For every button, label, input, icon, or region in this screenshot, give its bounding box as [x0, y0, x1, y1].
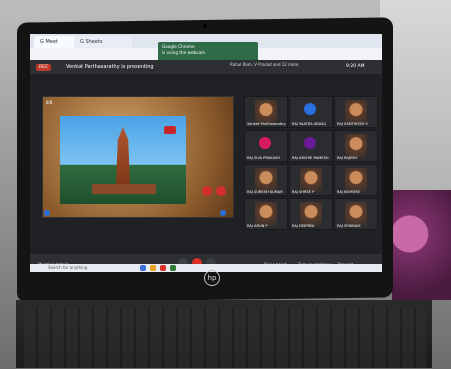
- slide-number: 8/8: [46, 100, 53, 105]
- participant-tile[interactable]: RAJ DEEPIKA: [289, 198, 333, 230]
- presenting-text: Venkat Parthasarathy is presenting: [66, 64, 154, 70]
- taskbar-search[interactable]: Search for anything: [48, 265, 87, 270]
- slide-nav-left-icon[interactable]: [44, 210, 50, 216]
- participant-tile[interactable]: RAJ SURESH KUMAR: [244, 164, 288, 196]
- webcam-notification: Google Chrome is using the webcam: [158, 42, 258, 62]
- participant-tile[interactable]: Venkat Parthasarathy: [244, 96, 288, 128]
- background-fabric: [392, 190, 451, 300]
- participant-tile[interactable]: RAJ SANTHOSH V: [334, 96, 378, 128]
- time-display: 9:20 AM: [346, 64, 365, 69]
- avatar: [304, 103, 316, 115]
- taskbar-app-icon[interactable]: [140, 265, 146, 271]
- hp-logo-icon: hp: [204, 270, 220, 286]
- chrome-icon[interactable]: [160, 265, 166, 271]
- participant-tile[interactable]: RAJ RAJESH: [334, 130, 378, 162]
- laptop-screen: G Meet G Sheets meet.google.com/abc-hbxc…: [30, 34, 382, 272]
- taskbar-app-icon-2[interactable]: [170, 265, 176, 271]
- participant-grid: Venkat Parthasarathy RAJ YAATRA ARASU RA…: [244, 96, 378, 248]
- rec-badge: REC: [36, 64, 52, 71]
- avatar: [259, 137, 271, 149]
- slide-red-button-2[interactable]: [216, 186, 226, 196]
- slide-red-button-1[interactable]: [202, 186, 212, 196]
- keyboard-keys: [24, 308, 426, 368]
- slide-nav-right-icon[interactable]: [220, 210, 226, 216]
- participant-tile[interactable]: RAJ ARUN P: [244, 198, 288, 230]
- participant-tile[interactable]: RAJ KISHORE: [334, 164, 378, 196]
- participant-tile[interactable]: RAJ SHREE P: [289, 164, 333, 196]
- webcam: [203, 24, 207, 28]
- participant-tile[interactable]: RAJ ARCHIE RAMESH: [289, 130, 333, 162]
- participant-tile[interactable]: RAJ SRINIVAS: [334, 198, 378, 230]
- tab-2[interactable]: G Sheets: [74, 36, 132, 48]
- notification-text: is using the webcam: [162, 50, 206, 55]
- folder-icon[interactable]: [150, 265, 156, 271]
- slide-tag: [164, 126, 176, 134]
- avatar: [304, 137, 316, 149]
- participant-tile[interactable]: RAJ YAATRA ARASU: [289, 96, 333, 128]
- temple-base: [92, 184, 156, 194]
- participants-text: Rahul Ram, V Prasad and 12 more: [230, 62, 299, 67]
- participant-tile[interactable]: RAJ SIVA PRAKASH: [244, 130, 288, 162]
